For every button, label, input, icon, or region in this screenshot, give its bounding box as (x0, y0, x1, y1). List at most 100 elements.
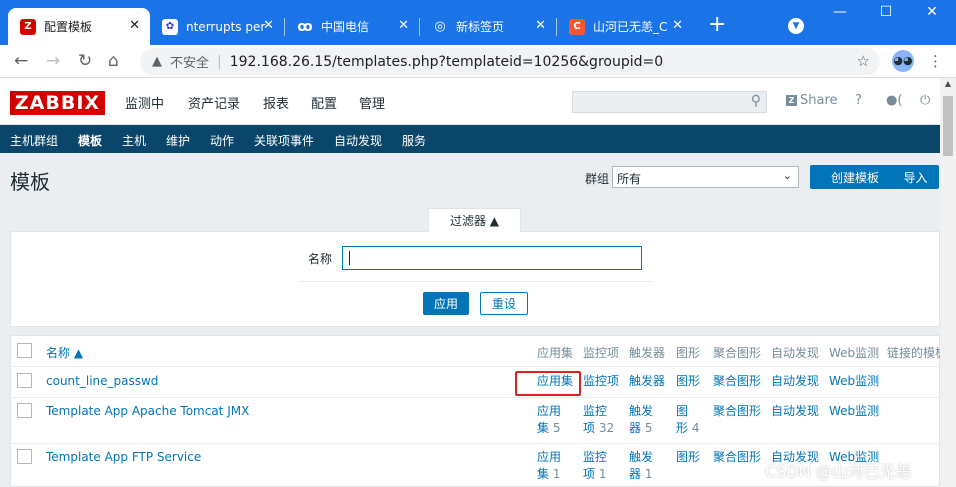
screens-link[interactable]: 聚合图形 (713, 373, 761, 390)
subnav-maintenance[interactable]: 维护 (166, 132, 190, 149)
applications-link[interactable]: 应用集 5 (537, 403, 561, 437)
tab-csdn[interactable]: C 山河已无恙_C ✕ (557, 8, 693, 45)
new-tab-button[interactable]: + (708, 14, 726, 36)
tab-interrupts[interactable]: ✿ nterrupts per ✕ (150, 8, 284, 45)
home-icon[interactable]: ⌂ (108, 51, 119, 71)
zabbix-header: ZABBIX 监测中 资产记录 报表 配置 管理 ⚲ Z Share ? ●( … (0, 78, 940, 125)
row-checkbox[interactable] (17, 449, 32, 464)
subnav-discovery[interactable]: 自动发现 (334, 132, 382, 149)
column-applications: 应用集 (537, 346, 574, 360)
menu-kebab-icon[interactable]: ⋮ (928, 51, 943, 71)
nav-administration[interactable]: 管理 (359, 93, 385, 112)
column-web: Web监测 (829, 346, 880, 360)
applications-link[interactable]: 应用集 1 (537, 449, 561, 483)
logout-icon[interactable]: ⏻ (920, 93, 930, 108)
tab-new-tab[interactable]: ◎ 新标签页 ✕ (420, 8, 556, 45)
forward-icon[interactable]: → (46, 51, 60, 71)
template-name-link[interactable]: Template App Apache Tomcat JMX (46, 403, 249, 420)
template-name-link[interactable]: count_line_passwd (46, 373, 158, 390)
address-bar[interactable]: ▲ 不安全 | 192.168.26.15/templates.php?temp… (140, 48, 880, 75)
column-screens: 聚合图形 (713, 346, 762, 360)
close-tab-icon[interactable]: ✕ (398, 19, 409, 32)
warning-icon[interactable]: ▲ (152, 54, 162, 69)
triggers-link[interactable]: 触发器 (629, 373, 665, 390)
zabbix-logo[interactable]: ZABBIX (10, 91, 105, 115)
close-tab-icon[interactable]: ✕ (535, 19, 546, 32)
close-tab-icon[interactable]: ✕ (129, 19, 140, 32)
group-select[interactable]: 所有 ⌄ (612, 166, 799, 188)
scroll-up-icon[interactable]: ▲ (940, 79, 956, 93)
maximize-icon[interactable]: ☐ (866, 4, 906, 20)
column-linked-templates: 链接的模板 (887, 346, 948, 360)
support-icon[interactable]: ●( (886, 93, 902, 108)
subnav-services[interactable]: 服务 (402, 132, 426, 149)
sub-navigation: 主机群组 模板 主机 维护 动作 关联项事件 自动发现 服务 (0, 125, 940, 153)
help-icon[interactable]: ? (855, 93, 862, 108)
nav-reports[interactable]: 报表 (263, 93, 289, 112)
group-select-value: 所有 (617, 172, 642, 186)
subnav-actions[interactable]: 动作 (210, 132, 234, 149)
tab-title: 山河已无恙_C (593, 20, 668, 34)
minimize-icon[interactable]: — (820, 4, 860, 20)
bookmark-star-icon[interactable]: ☆ (857, 52, 870, 70)
profile-avatar-icon[interactable]: ◕◕ (892, 50, 914, 72)
filter-divider (298, 281, 653, 282)
browser-tab-strip: Z 配置模板 ✕ ✿ nterrupts per ✕ ꝏ 中国电信 ✕ ◎ 新标… (0, 0, 956, 45)
nav-inventory[interactable]: 资产记录 (188, 93, 240, 112)
close-tab-icon[interactable]: ✕ (263, 19, 274, 32)
graphs-link[interactable]: 图形 4 (676, 403, 699, 437)
subnav-correlation[interactable]: 关联项事件 (254, 132, 314, 149)
nav-monitoring[interactable]: 监测中 (125, 93, 164, 112)
baidu-icon: ✿ (162, 18, 178, 35)
window-close-icon[interactable]: ✕ (912, 4, 952, 20)
column-items: 监控项 (583, 346, 620, 360)
tab-china-telecom[interactable]: ꝏ 中国电信 ✕ (285, 8, 419, 45)
nav-configuration[interactable]: 配置 (311, 93, 337, 112)
share-label: Share (800, 93, 838, 108)
discovery-link[interactable]: 自动发现 (771, 373, 819, 390)
triggers-link[interactable]: 触发器 1 (629, 449, 653, 483)
group-label: 群组 (585, 172, 610, 186)
template-name-link[interactable]: Template App FTP Service (46, 449, 201, 466)
column-discovery: 自动发现 (771, 346, 820, 360)
close-tab-icon[interactable]: ✕ (672, 19, 683, 32)
tab-title: 中国电信 (321, 20, 370, 34)
telecom-icon: ꝏ (297, 18, 313, 35)
highlight-box (515, 371, 581, 396)
apply-button[interactable]: 应用 (423, 292, 469, 315)
share-button[interactable]: Z Share (786, 93, 838, 108)
import-button[interactable]: 导入 (892, 165, 939, 189)
row-checkbox[interactable] (17, 403, 32, 418)
discovery-link[interactable]: 自动发现 (771, 403, 819, 420)
column-graphs: 图形 (676, 346, 701, 360)
filter-name-input[interactable] (342, 246, 642, 270)
reset-button[interactable]: 重设 (480, 292, 528, 315)
browser-toolbar: ← → ↻ ⌂ ▲ 不安全 | 192.168.26.15/templates.… (0, 45, 956, 78)
graphs-link[interactable]: 图形 (676, 373, 700, 390)
filter-tab[interactable]: 过滤器 ▲ (428, 208, 521, 232)
select-all-checkbox[interactable] (17, 343, 32, 358)
graphs-link[interactable]: 图形 (676, 449, 700, 466)
global-search-input[interactable]: ⚲ (572, 91, 767, 113)
subnav-templates[interactable]: 模板 (78, 132, 102, 149)
web-link[interactable]: Web监测 (829, 403, 879, 420)
screens-link[interactable]: 聚合图形 (713, 403, 761, 420)
triggers-link[interactable]: 触发器 5 (629, 403, 653, 437)
screens-link[interactable]: 聚合图形 (713, 449, 761, 466)
search-icon[interactable]: ⚲ (751, 93, 761, 109)
subnav-hosts[interactable]: 主机 (122, 132, 146, 149)
items-link[interactable]: 监控项 1 (583, 449, 607, 483)
tab-search-icon[interactable]: ▼ (788, 18, 804, 34)
scrollbar-thumb[interactable] (943, 96, 953, 156)
subnav-host-groups[interactable]: 主机群组 (10, 132, 58, 149)
web-link[interactable]: Web监测 (829, 373, 879, 390)
create-template-button[interactable]: 创建模板 (810, 165, 900, 189)
back-icon[interactable]: ← (14, 51, 28, 71)
row-checkbox[interactable] (17, 373, 32, 388)
column-name-header[interactable]: 名称 ▲ (46, 344, 83, 361)
tab-zabbix-templates[interactable]: Z 配置模板 ✕ (8, 8, 150, 45)
tab-title: nterrupts per (186, 19, 266, 34)
reload-icon[interactable]: ↻ (78, 51, 92, 71)
items-link[interactable]: 监控项 (583, 373, 619, 390)
items-link[interactable]: 监控项 32 (583, 403, 614, 437)
